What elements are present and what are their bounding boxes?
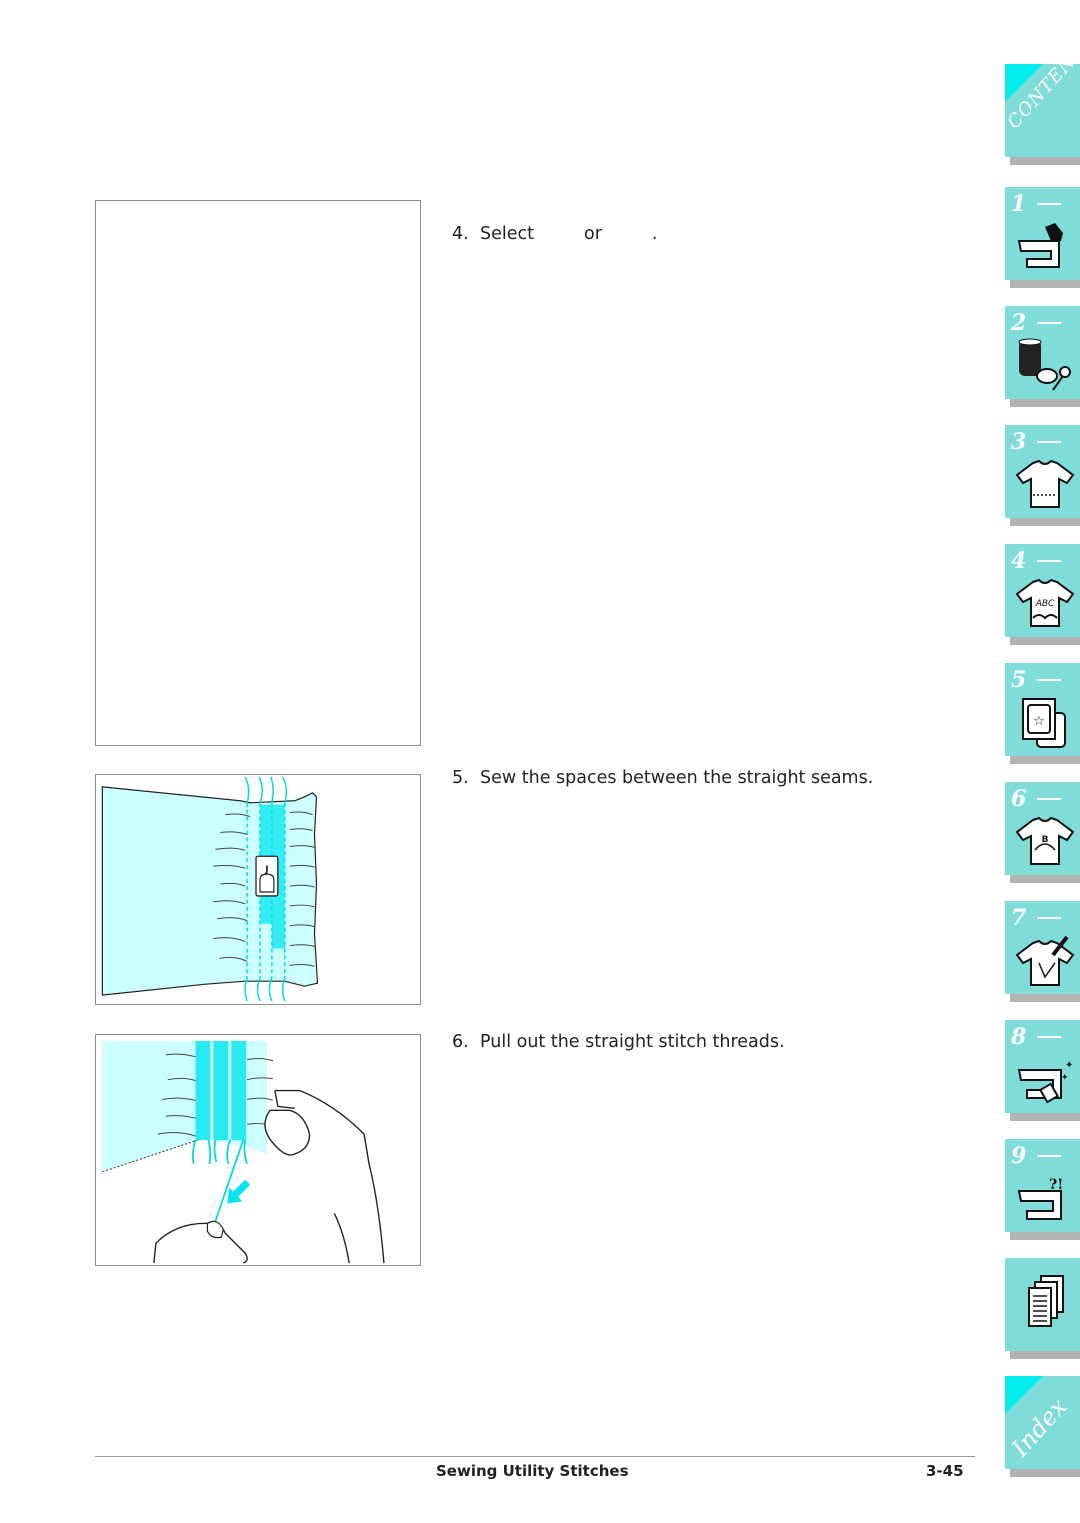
chapter-number: 9 — [1011, 1143, 1027, 1169]
svg-text:✦: ✦ — [1061, 1073, 1069, 1083]
tab-contents[interactable]: CONTENTS — [1003, 32, 1080, 165]
svg-text:✦: ✦ — [1065, 1060, 1073, 1071]
tab-chapter-1[interactable]: 1 — [1005, 187, 1080, 288]
chapter-number: 7 — [1011, 905, 1027, 931]
tab-index[interactable]: Index — [1005, 1376, 1080, 1477]
chapter-number: 3 — [1011, 429, 1027, 455]
step-5-instruction: 5. Sew the spaces between the straight se… — [452, 768, 873, 788]
shirt-pencil-icon — [1015, 935, 1075, 986]
tab-chapter-5[interactable]: 5 ☆ — [1005, 663, 1080, 764]
chapter-number: 2 — [1011, 310, 1027, 336]
figure-1-placeholder — [95, 200, 421, 746]
step-4-text-or: or — [584, 224, 602, 244]
step-4-text-period: . — [651, 224, 658, 244]
chapter-number: 1 — [1011, 191, 1027, 217]
sewing-machine-maintenance-icon: ✦ ✦ — [1017, 1060, 1073, 1104]
thread-spool-scissors-icon — [1018, 338, 1071, 391]
sewing-machine-hand-icon — [1017, 223, 1063, 268]
chapter-number: 6 — [1011, 786, 1027, 812]
tab-pages[interactable] — [1005, 1258, 1080, 1359]
embroidery-frame-star-icon: ☆ — [1022, 698, 1066, 748]
chapter-number: 8 — [1011, 1024, 1027, 1050]
abc-text: ABC — [1035, 599, 1055, 609]
step-5-number: 5. — [452, 768, 469, 788]
figure-3-pull-threads — [95, 1034, 421, 1266]
shirt-embroidery-abc-icon: ABC — [1015, 578, 1075, 627]
shirt-letters-icon: B — [1015, 816, 1075, 865]
step-6-number: 6. — [452, 1032, 469, 1052]
footer-page-number: 3-45 — [926, 1462, 964, 1480]
footer-section-title: Sewing Utility Stitches — [436, 1462, 629, 1480]
chapter-number: 4 — [1011, 548, 1027, 574]
question-exclaim-text: ?! — [1049, 1177, 1063, 1193]
tab-chapter-4[interactable]: 4 ABC — [1005, 544, 1080, 645]
step-4-text-select: Select — [480, 224, 534, 244]
smocking-sewing-illustration: J — [101, 776, 319, 1002]
footer-divider — [95, 1456, 975, 1457]
step-4-number: 4. — [452, 224, 469, 244]
step-4-instruction: 4. Select or. — [452, 224, 657, 244]
chapter-number: 5 — [1011, 667, 1027, 693]
step-6-text: Pull out the straight stitch threads. — [480, 1032, 785, 1052]
tab-chapter-2[interactable]: 2 — [1005, 306, 1080, 407]
shirt-stitch-icon — [1015, 459, 1075, 508]
tab-chapter-3[interactable]: 3 — [1005, 425, 1080, 526]
tab-chapter-9[interactable]: 9 ?! — [1005, 1139, 1080, 1240]
step-5-text: Sew the spaces between the straight seam… — [480, 768, 874, 788]
step-6-instruction: 6. Pull out the straight stitch threads. — [452, 1032, 785, 1052]
document-pages-icon — [1028, 1275, 1064, 1327]
tab-chapter-7[interactable]: 7 — [1005, 901, 1080, 1002]
tab-chapter-6[interactable]: 6 B — [1005, 782, 1080, 883]
sewing-machine-troubleshoot-icon: ?! — [1017, 1177, 1063, 1220]
svg-text:☆: ☆ — [1033, 714, 1045, 729]
figure-2-sewing-between-seams: J — [95, 774, 421, 1005]
pull-threads-illustration — [102, 1040, 385, 1264]
tab-chapter-8[interactable]: 8 ✦ ✦ — [1005, 1020, 1080, 1121]
